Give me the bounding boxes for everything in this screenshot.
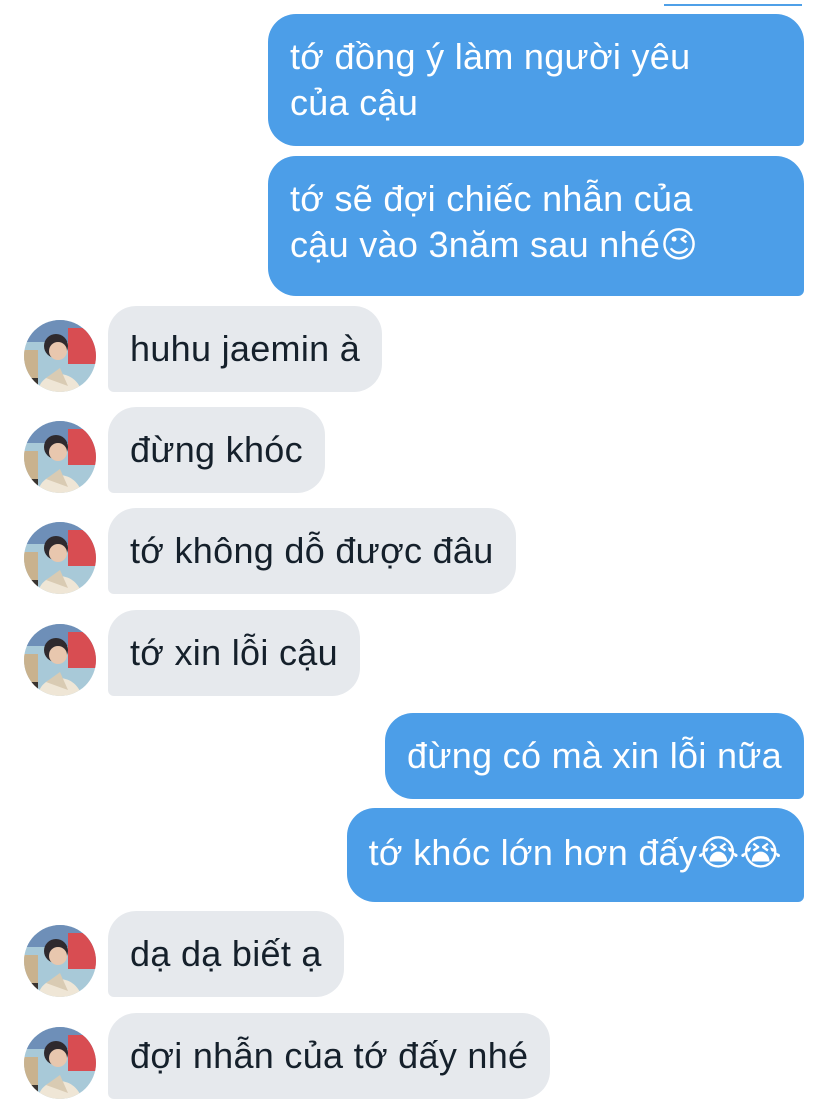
avatar-photo-icon xyxy=(24,1027,96,1099)
message-bubble-outgoing[interactable]: tớ sẽ đợi chiếc nhẫn của cậu vào 3năm sa… xyxy=(268,156,804,296)
message-text-line: cậu vào 3năm sau nhé😉 xyxy=(290,224,699,265)
message-bubble-outgoing[interactable]: đừng có mà xin lỗi nữa xyxy=(385,713,804,799)
avatar[interactable] xyxy=(24,421,96,493)
message-text: tớ xin lỗi cậu xyxy=(130,632,338,673)
message-bubble-incoming[interactable]: tớ không dỗ được đâu xyxy=(108,508,516,594)
avatar-photo-icon xyxy=(24,320,96,392)
avatar[interactable] xyxy=(24,624,96,696)
message-text-line: tớ đồng ý làm người yêu xyxy=(290,36,691,77)
message-text: đừng khóc xyxy=(130,429,303,470)
message-text-line: của cậu xyxy=(290,82,419,123)
avatar-photo-icon xyxy=(24,925,96,997)
avatar-photo-icon xyxy=(24,522,96,594)
avatar[interactable] xyxy=(24,925,96,997)
message-bubble-outgoing[interactable]: tớ đồng ý làm người yêu của cậu xyxy=(268,14,804,146)
message-text: đừng có mà xin lỗi nữa xyxy=(407,735,782,776)
avatar-photo-icon xyxy=(24,624,96,696)
avatar-photo-icon xyxy=(24,421,96,493)
message-text: dạ dạ biết ạ xyxy=(130,933,322,974)
message-text: đợi nhẫn của tớ đấy nhé xyxy=(130,1035,529,1076)
scroll-edge-divider xyxy=(664,0,802,6)
message-bubble-incoming[interactable]: dạ dạ biết ạ xyxy=(108,911,344,997)
message-text: huhu jaemin à xyxy=(130,328,361,369)
avatar[interactable] xyxy=(24,320,96,392)
message-bubble-incoming[interactable]: tớ xin lỗi cậu xyxy=(108,610,360,696)
message-text: tớ khóc lớn hơn đấy😭😭 xyxy=(368,832,782,873)
message-bubble-outgoing[interactable]: tớ khóc lớn hơn đấy😭😭 xyxy=(346,808,804,902)
message-text: tớ không dỗ được đâu xyxy=(130,530,494,571)
chat-thread: tớ đồng ý làm người yêu của cậu tớ sẽ đợ… xyxy=(0,0,828,1115)
message-bubble-incoming[interactable]: đừng khóc xyxy=(108,407,325,493)
avatar[interactable] xyxy=(24,522,96,594)
message-bubble-incoming[interactable]: huhu jaemin à xyxy=(108,306,383,392)
message-bubble-incoming[interactable]: đợi nhẫn của tớ đấy nhé xyxy=(108,1013,551,1099)
avatar[interactable] xyxy=(24,1027,96,1099)
message-text-line: tớ sẽ đợi chiếc nhẫn của xyxy=(290,178,693,219)
